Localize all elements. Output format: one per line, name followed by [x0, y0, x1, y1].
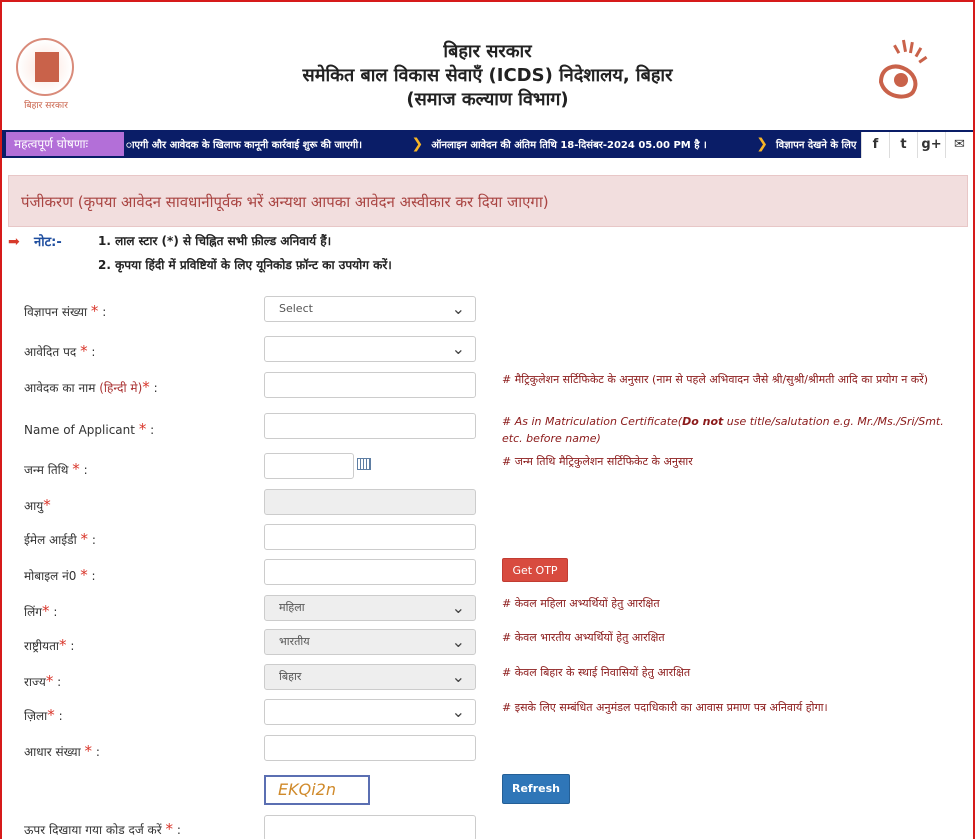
mobile-label: मोबाइल नं0 * : — [24, 566, 96, 584]
ticker-item[interactable]: ाएगी और आवेदक के खिलाफ कानूनी कार्रवाई श… — [126, 140, 362, 151]
captcha-label: ऊपर दिखाया गया कोड दर्ज करें * : — [24, 820, 181, 838]
vigyapan-label: विज्ञापन संख्या * : — [24, 302, 107, 320]
mobile-input[interactable] — [264, 559, 476, 585]
age-label: आयु* — [24, 496, 51, 514]
vigyapan-select[interactable]: Select ⌄ — [264, 296, 476, 322]
chevron-down-icon: ⌄ — [451, 702, 465, 721]
name-hindi-help: # मैट्रिकुलेशन सर्टिफिकेट के अनुसार (नाम… — [502, 373, 929, 386]
mail-icon[interactable]: ✉ — [945, 132, 973, 158]
age-input[interactable] — [264, 489, 476, 515]
ticker-item[interactable]: ऑनलाइन आवेदन की अंतिम तिथि 18-दिसंबर-202… — [431, 140, 707, 151]
facebook-icon[interactable]: f — [861, 132, 889, 158]
name-english-label: Name of Applicant * : — [24, 420, 155, 438]
google-plus-icon[interactable]: g+ — [917, 132, 945, 158]
gender-select[interactable]: महिला ⌄ — [264, 595, 476, 621]
ticker-arrow-icon: ❯ — [756, 136, 769, 152]
nationality-select[interactable]: भारतीय ⌄ — [264, 629, 476, 655]
aavedit-pad-select[interactable]: ⌄ — [264, 336, 476, 362]
note-label: नोट:- — [34, 235, 62, 250]
site-header: बिहार सरकार बिहार सरकार समेकित बाल विकास… — [2, 2, 973, 128]
name-english-input[interactable] — [264, 413, 476, 439]
email-label: ईमेल आईडी * : — [24, 530, 96, 548]
gender-label: लिंग* : — [24, 602, 58, 620]
chevron-down-icon: ⌄ — [451, 632, 465, 651]
note-arrow-icon: ➡ — [8, 234, 20, 250]
dob-label: जन्म तिथि * : — [24, 460, 88, 478]
title-line-3: (समाज कल्याण विभाग) — [406, 89, 569, 110]
state-select[interactable]: बिहार ⌄ — [264, 664, 476, 690]
dob-input[interactable] — [264, 453, 354, 479]
refresh-captcha-button[interactable]: Refresh — [502, 774, 570, 804]
site-title: बिहार सरकार समेकित बाल विकास सेवाएँ (ICD… — [2, 40, 973, 112]
dob-help: # जन्म तिथि मैट्रिकुलेशन सर्टिफिकेट के अ… — [502, 455, 693, 468]
ticker-item[interactable]: विज्ञापन देखने के लिए — [776, 140, 856, 151]
aadhar-label: आधार संख्या * : — [24, 742, 100, 760]
state-label: राज्य* : — [24, 672, 62, 690]
registration-banner: पंजीकरण (कृपया आवेदन सावधानीपूर्वक भरें … — [8, 175, 968, 227]
ticker-label: महत्वपूर्ण घोषणाः — [6, 132, 124, 156]
note-line-1: 1. लाल स्टार (*) से चिह्नित सभी फ़ील्ड अ… — [98, 234, 332, 248]
email-input[interactable] — [264, 524, 476, 550]
note-line-2: 2. कृपया हिंदी में प्रविष्टियों के लिए य… — [98, 258, 392, 272]
gender-help: # केवल महिला अभ्यर्थियों हेतु आरक्षित — [502, 597, 660, 610]
aadhar-input[interactable] — [264, 735, 476, 761]
ticker-scroll[interactable]: ाएगी और आवेदक के खिलाफ कानूनी कार्रवाई श… — [126, 130, 858, 158]
name-hindi-input[interactable] — [264, 372, 476, 398]
chevron-down-icon: ⌄ — [451, 299, 465, 318]
captcha-image: EKQi2n — [264, 775, 370, 805]
social-links: f t g+ ✉ — [861, 132, 973, 158]
announcement-ticker: महत्वपूर्ण घोषणाः ाएगी और आवेदक के खिलाफ… — [2, 130, 973, 158]
title-line-2: समेकित बाल विकास सेवाएँ (ICDS) निदेशालय,… — [302, 65, 673, 86]
title-line-1: बिहार सरकार — [443, 41, 532, 62]
icds-logo-icon — [878, 39, 928, 99]
district-label: ज़िला* : — [24, 706, 63, 724]
chevron-down-icon: ⌄ — [451, 667, 465, 686]
district-help: # इसके लिए सम्बंधित अनुमंडल पदाधिकारी का… — [502, 701, 828, 714]
get-otp-button[interactable]: Get OTP — [502, 558, 568, 582]
twitter-icon[interactable]: t — [889, 132, 917, 158]
ticker-arrow-icon: ❯ — [411, 136, 424, 152]
calendar-icon[interactable] — [357, 458, 371, 470]
district-select[interactable]: ⌄ — [264, 699, 476, 725]
nationality-help: # केवल भारतीय अभ्यर्थियों हेतु आरक्षित — [502, 631, 665, 644]
chevron-down-icon: ⌄ — [451, 339, 465, 358]
chevron-down-icon: ⌄ — [451, 598, 465, 617]
nationality-label: राष्ट्रीयता* : — [24, 636, 75, 654]
captcha-input[interactable] — [264, 815, 476, 839]
name-english-help: # As in Matriculation Certificate(Do not… — [502, 415, 944, 445]
aavedit-pad-label: आवेदित पद * : — [24, 342, 96, 360]
name-hindi-label: आवेदक का नाम (हिन्दी मे)* : — [24, 378, 158, 396]
state-help: # केवल बिहार के स्थाई निवासियों हेतु आरक… — [502, 666, 691, 679]
